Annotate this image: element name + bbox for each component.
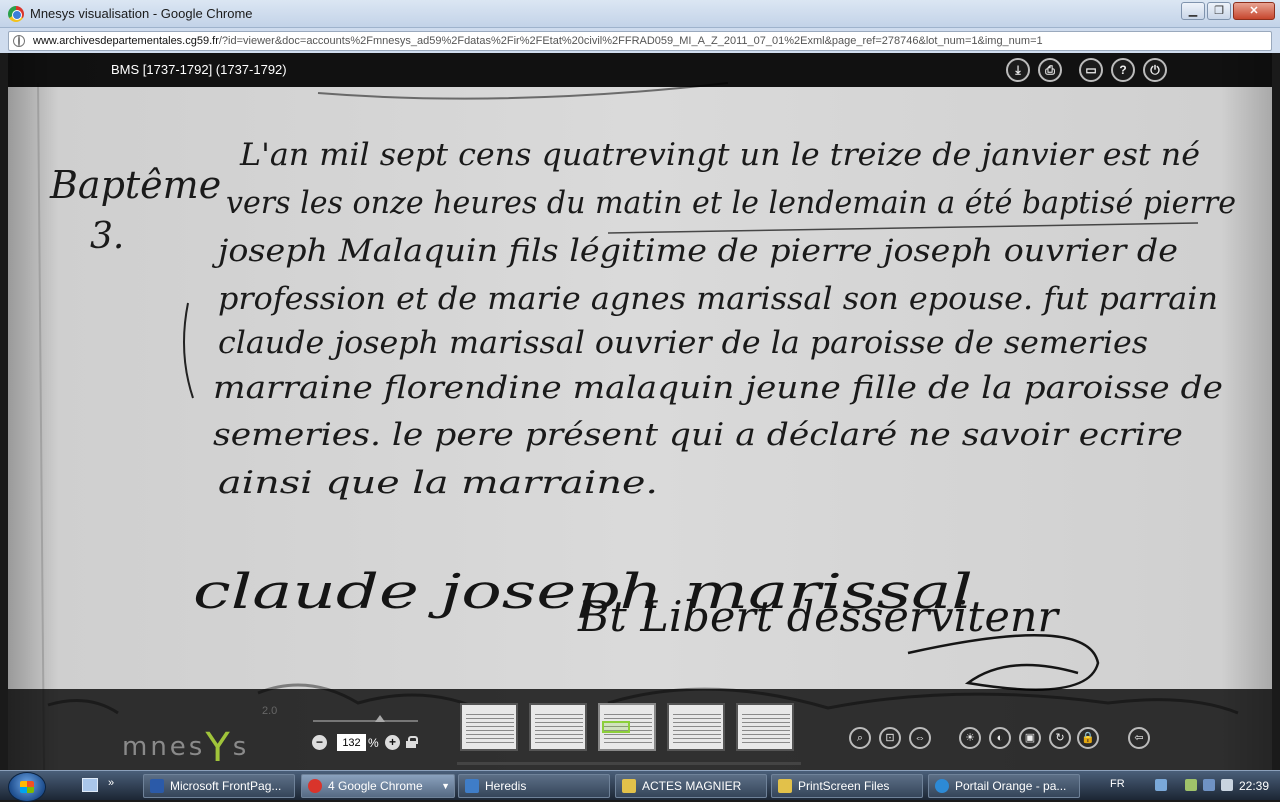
- frontpage-icon: [150, 779, 164, 793]
- task-heredis[interactable]: Heredis: [458, 774, 610, 798]
- manuscript-line: vers les onze heures du matin et le lend…: [226, 185, 1236, 221]
- clock[interactable]: 22:39: [1239, 779, 1269, 793]
- margin-number: 3.: [90, 216, 124, 257]
- url-domain: www.archivesdepartementales.cg59.fr: [33, 35, 219, 47]
- fit-width-icon[interactable]: ⇔: [909, 727, 931, 749]
- address-bar: www.archivesdepartementales.cg59.fr/?id=…: [0, 28, 1280, 53]
- chrome-icon: [308, 779, 322, 793]
- fit-page-icon[interactable]: ⊡: [879, 727, 901, 749]
- close-button[interactable]: ✕: [1233, 2, 1275, 20]
- manuscript-line: semeries. le pere présent qui a déclaré …: [213, 417, 1183, 453]
- page-thumbnail-current[interactable]: [598, 703, 656, 751]
- manuscript-image[interactable]: Baptême 3. L'an mil sept cens quatreving…: [8, 53, 1272, 770]
- page-thumbnail[interactable]: [736, 703, 794, 751]
- task-label: Portail Orange - pa...: [955, 779, 1067, 793]
- manuscript-line: joseph Malaquin fils légitime de pierre …: [212, 233, 1178, 269]
- task-actes-magnier[interactable]: ACTES MAGNIER: [615, 774, 767, 798]
- safely-remove-icon[interactable]: [1185, 779, 1197, 791]
- folder-icon: [778, 779, 792, 793]
- users-icon[interactable]: [1155, 779, 1167, 791]
- margin-heading: Baptême: [49, 163, 221, 207]
- url-text: www.archivesdepartementales.cg59.fr/?id=…: [33, 35, 1043, 47]
- task-frontpage[interactable]: Microsoft FrontPag...: [143, 774, 295, 798]
- heredis-icon: [465, 779, 479, 793]
- brightness-icon[interactable]: ☀: [959, 727, 981, 749]
- viewer-header: BMS [1737-1792] (1737-1792) ⤓ ⎙ ▭ ? ⏻: [8, 53, 1272, 87]
- manuscript-line: L'an mil sept cens quatrevingt un le tre…: [239, 137, 1200, 173]
- window-title: Mnesys visualisation - Google Chrome: [30, 6, 253, 21]
- url-input[interactable]: www.archivesdepartementales.cg59.fr/?id=…: [8, 31, 1272, 51]
- zoom-percent-label: %: [368, 736, 379, 750]
- quick-launch-more[interactable]: »: [108, 777, 114, 789]
- zoom-slider-track[interactable]: [313, 720, 418, 722]
- minimize-button[interactable]: ▁: [1181, 2, 1205, 20]
- page-thumbnail[interactable]: [460, 703, 518, 751]
- internet-explorer-icon: [935, 779, 949, 793]
- mnesys-logo: mnesYs: [122, 719, 250, 770]
- folder-icon: [622, 779, 636, 793]
- task-label: Heredis: [485, 779, 527, 793]
- task-label: Microsoft FrontPag...: [170, 779, 282, 793]
- viewport-marker[interactable]: [602, 721, 630, 733]
- show-desktop-icon[interactable]: [82, 778, 98, 792]
- rotate-icon[interactable]: ↻: [1049, 727, 1071, 749]
- logo-y: Y: [205, 725, 233, 770]
- logo-version: 2.0: [262, 705, 278, 717]
- manuscript-line: marraine florendine malaquin jeune fille…: [213, 370, 1223, 406]
- image-icon[interactable]: ▣: [1019, 727, 1041, 749]
- window-title-bar: Mnesys visualisation - Google Chrome ▁ ❐…: [0, 0, 1280, 28]
- maximize-button[interactable]: ❐: [1207, 2, 1231, 20]
- page-thumbnail[interactable]: [529, 703, 587, 751]
- start-button[interactable]: [8, 772, 46, 802]
- task-portail-orange[interactable]: Portail Orange - pa...: [928, 774, 1080, 798]
- lock-icon[interactable]: 🔒: [1077, 727, 1099, 749]
- zoom-in-button[interactable]: +: [385, 735, 400, 750]
- print-icon[interactable]: ⎙: [1038, 58, 1062, 82]
- signature-priest: Bt Libert desservitenr: [577, 592, 1061, 641]
- task-label: 4 Google Chrome: [328, 779, 423, 793]
- system-tray: FR 22:39: [1100, 771, 1280, 801]
- chevron-down-icon: ▼: [441, 781, 450, 791]
- zoom-input[interactable]: [337, 734, 366, 751]
- manuscript-line: profession et de marie agnes marissal so…: [218, 281, 1218, 317]
- help-icon[interactable]: ?: [1111, 58, 1135, 82]
- url-path: /?id=viewer&doc=accounts%2Fmnesys_ad59%2…: [218, 35, 1043, 47]
- chrome-icon: [8, 6, 24, 22]
- manuscript-line: ainsi que la marraine.: [218, 465, 658, 501]
- zoom-out-button[interactable]: −: [312, 735, 327, 750]
- thumbnail-scrollbar[interactable]: [457, 762, 801, 765]
- language-indicator[interactable]: FR: [1110, 778, 1125, 790]
- zoom-icon[interactable]: ⌕: [849, 727, 871, 749]
- document-title: BMS [1737-1792] (1737-1792): [111, 62, 287, 77]
- contrast-icon[interactable]: ◐: [989, 727, 1011, 749]
- page-thumbnail[interactable]: [667, 703, 725, 751]
- manuscript-line: claude joseph marissal ouvrier de la par…: [218, 325, 1148, 361]
- zoom-lock-icon[interactable]: [406, 736, 418, 748]
- collapse-icon[interactable]: ⇦: [1128, 727, 1150, 749]
- zoom-slider-handle[interactable]: [375, 715, 385, 722]
- task-chrome[interactable]: 4 Google Chrome ▼: [301, 774, 455, 798]
- globe-icon: [13, 35, 25, 47]
- power-icon[interactable]: ⏻: [1143, 58, 1167, 82]
- task-printscreen-files[interactable]: PrintScreen Files: [771, 774, 923, 798]
- download-icon[interactable]: ⤓: [1006, 58, 1030, 82]
- volume-icon[interactable]: [1221, 779, 1233, 791]
- logo-text-end: s: [232, 732, 250, 762]
- logo-text: mnes: [122, 732, 206, 762]
- taskbar: » Microsoft FrontPag... 4 Google Chrome …: [0, 770, 1280, 802]
- viewer-footer: mnesYs 2.0 − % + ⌕ ⊡ ⇔ ☀ ◐ ▣ ↻ 🔒 ⇦: [8, 689, 1272, 770]
- network-icon[interactable]: [1203, 779, 1215, 791]
- task-label: PrintScreen Files: [798, 779, 890, 793]
- fullscreen-icon[interactable]: ▭: [1079, 58, 1103, 82]
- document-viewer: Baptême 3. L'an mil sept cens quatreving…: [8, 53, 1272, 770]
- task-label: ACTES MAGNIER: [642, 779, 742, 793]
